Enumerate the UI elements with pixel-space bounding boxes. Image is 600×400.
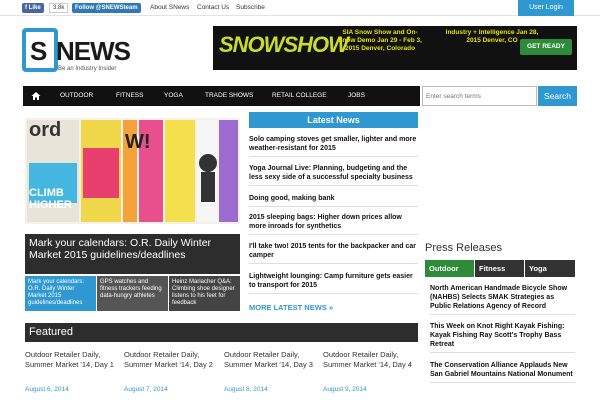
search-button[interactable]: Search (538, 86, 577, 106)
press-releases-heading: Press Releases (425, 242, 503, 254)
nav-item-yoga[interactable]: YOGA (164, 86, 183, 106)
press-tabs: Outdoor Fitness Yoga (425, 260, 575, 277)
contact-link[interactable]: Contact Us (197, 4, 229, 11)
hero-thumbnails: Mark your calendars: O.R. Daily Winter M… (25, 276, 240, 311)
top-bar: f Like 3.8k Follow @SNEWSteam About SNew… (0, 0, 600, 16)
twitter-follow-button[interactable]: Follow @SNEWSteam (72, 3, 141, 13)
subscribe-link[interactable]: Subscribe (236, 4, 265, 11)
svg-text:ord: ord (29, 119, 61, 141)
news-item[interactable]: Solo camping stoves get smaller, lighter… (249, 135, 418, 157)
news-item[interactable]: 2015 sleeping bags: Higher down prices a… (249, 213, 418, 235)
facebook-like-count: 3.8k (49, 3, 69, 13)
svg-text:W!: W! (125, 131, 151, 153)
banner-brand: SNOWSHOW (219, 32, 349, 57)
hero-image[interactable]: ord W! CLIMB HIGHER (25, 118, 240, 224)
hero-thumb-2[interactable]: GPS watches and fitness trackers feeding… (97, 276, 168, 311)
press-release-item[interactable]: The Conservation Alliance Applauds New S… (430, 361, 575, 383)
featured-item-title[interactable]: Outdoor Retailer Daily, Summer Market '1… (25, 350, 115, 370)
featured-item-date: August 6, 2014 (25, 386, 69, 393)
hero-image-text-1: CLIMB (29, 187, 64, 199)
facebook-like-button[interactable]: f Like (22, 3, 44, 13)
user-login-button[interactable]: User Login (518, 0, 574, 16)
press-release-item[interactable]: This Week on Knot Right Kayak Fishing: K… (430, 322, 575, 353)
home-icon[interactable] (31, 91, 41, 101)
featured-item-title[interactable]: Outdoor Retailer Daily, Summer Market '1… (124, 350, 214, 370)
featured-item-title[interactable]: Outdoor Retailer Daily, Summer Market '1… (224, 350, 314, 370)
about-link[interactable]: About SNews (150, 4, 189, 11)
featured-item-title[interactable]: Outdoor Retailer Daily, Summer Market '1… (323, 350, 413, 370)
logo-news: NEWS (56, 36, 131, 66)
tab-yoga[interactable]: Yoga (525, 260, 575, 277)
nav-item-jobs[interactable]: JOBS (348, 86, 365, 106)
featured-item-date: August 9, 2014 (323, 386, 367, 393)
news-item[interactable]: Lightweight lounging: Camp furniture get… (249, 272, 418, 294)
tab-outdoor[interactable]: Outdoor (425, 260, 474, 277)
main-nav: OUTDOOR FITNESS YOGA TRADE SHOWS RETAIL … (23, 86, 420, 106)
facebook-like-label: Like (28, 5, 41, 11)
featured-item-date: August 8, 2014 (224, 386, 268, 393)
nav-item-outdoor[interactable]: OUTDOOR (60, 86, 93, 106)
more-latest-news-link[interactable]: MORE LATEST NEWS » (249, 303, 333, 312)
nav-item-trade-shows[interactable]: TRADE SHOWS (205, 86, 253, 106)
press-release-item[interactable]: North American Handmade Bicycle Show (NA… (430, 284, 575, 315)
site-logo[interactable]: S NEWS Be an Industry Insider (22, 28, 131, 76)
ad-banner[interactable]: SNOWSHOW SIA Snow Show and On-Snow Demo … (213, 26, 577, 70)
logo-s: S (30, 36, 48, 66)
nav-item-retail-college[interactable]: RETAIL COLLEGE (272, 86, 327, 106)
news-item[interactable]: Yoga Journal Live: Planning, budgeting a… (249, 164, 418, 186)
latest-news-heading: Latest News (249, 112, 418, 128)
featured-heading: Featured (25, 323, 418, 342)
hero-image-text-2: HIGHER (29, 199, 72, 211)
tab-fitness[interactable]: Fitness (475, 260, 524, 277)
magazine-covers-image: ord W! CLIMB HIGHER (25, 118, 240, 224)
banner-event-text: SIA Snow Show and On-Snow Demo Jan 29 - … (338, 29, 422, 52)
logo-tagline: Be an Industry Insider (58, 66, 117, 72)
banner-cta-button[interactable]: GET READY (520, 39, 572, 55)
hero-thumb-1[interactable]: Mark your calendars: O.R. Daily Winter M… (25, 276, 96, 311)
news-item[interactable]: Doing good, making bank (249, 194, 418, 207)
hero-thumb-3[interactable]: Heinz Mariacher Q&A: Climbing shoe desig… (169, 276, 240, 311)
featured-item-date: August 7, 2014 (124, 386, 168, 393)
nav-item-fitness[interactable]: FITNESS (116, 86, 143, 106)
news-item[interactable]: I'll take two! 2015 tents for the backpa… (249, 242, 418, 264)
hero-caption[interactable]: Mark your calendars: O.R. Daily Winter M… (25, 234, 240, 274)
search-input[interactable] (422, 86, 537, 106)
